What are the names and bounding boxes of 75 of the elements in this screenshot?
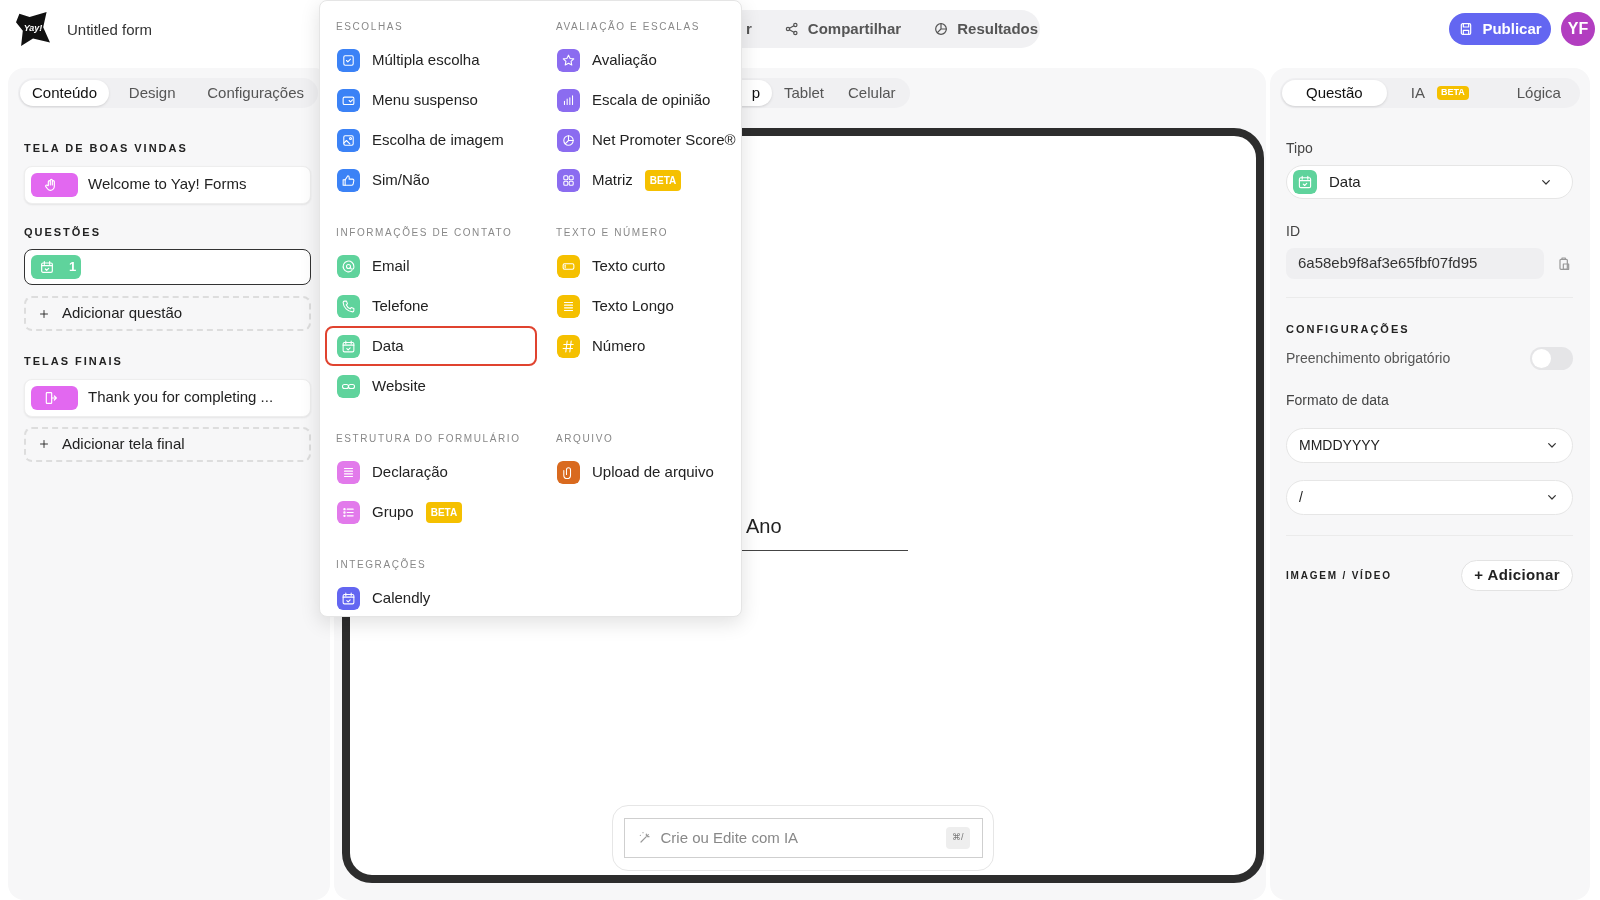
field-label: Ano [746,514,782,539]
type-select[interactable]: Data [1286,165,1573,199]
dropdown-select[interactable]: MMDDYYYY [1286,427,1573,463]
menu-item[interactable]: Email [325,246,537,286]
menu-item[interactable]: Múltipla escolha [325,40,537,80]
menu-item[interactable]: Sim/Não [325,160,537,200]
publish-button[interactable]: Publicar [1449,13,1551,45]
tab[interactable]: Configurações [195,80,316,106]
ai-input-field[interactable]: Crie ou Edite com IA ⌘/ [623,818,983,858]
user-avatar[interactable]: YF [1561,12,1595,46]
field-label: Formato de data [1286,390,1390,410]
tab[interactable]: Celular [836,80,908,106]
screen-card[interactable]: Thank you for completing ... [24,378,311,417]
tab[interactable]: IA BETA [1386,80,1493,106]
logo: Yay! [16,12,50,46]
pie-chart-icon [933,21,950,37]
add-media-button[interactable]: + Adicionar [1461,559,1573,591]
setting-label: Preenchimento obrigatório [1286,348,1451,368]
menu-item[interactable]: Grupo BETA [325,492,537,532]
add-button[interactable]: Adicionar questão [24,296,311,331]
menu-item[interactable]: Data [325,326,537,366]
clipboard-icon [1556,255,1572,272]
menu-heading: INTEGRAÇÕES [335,557,428,572]
field-label: Tipo [1286,139,1314,158]
question-number-tag: 1 [31,255,81,279]
section-heading: IMAGEM / VÍDEO [1286,568,1392,583]
exit-icon [43,389,59,406]
plus-icon [38,438,50,450]
beta-badge: BETA [425,501,463,523]
menu-item[interactable]: Texto curto [545,246,735,286]
menu-heading: AVALIAÇÃO E ESCALAS [555,19,701,34]
section-heading: TELAS FINAIS [24,354,124,369]
menu-item[interactable]: Declaração [325,452,537,492]
menu-heading: TEXTO E NÚMERO [555,225,670,240]
beta-badge: BETA [1436,86,1469,100]
toggle-switch[interactable] [1530,346,1573,370]
tab[interactable]: Questão [1282,80,1387,106]
section-heading: CONFIGURAÇÕES [1286,322,1411,337]
id-field[interactable]: 6a58eb9f8af3e65fbf07fd95 [1286,248,1544,279]
shortcut-key: ⌘/ [946,827,970,849]
section-heading: TELA DE BOAS VINDAS [24,141,189,156]
menu-item[interactable]: Telefone [325,286,537,326]
nav-tab[interactable]: Compartilhar [783,17,902,41]
beta-badge: BETA [644,169,682,191]
nav-tab[interactable]: Resultados [933,17,1039,41]
menu-heading: ESTRUTURA DO FORMULÁRIO [335,431,522,446]
menu-item[interactable]: Escala de opinião [545,80,735,120]
dropdown-select[interactable]: / [1286,479,1573,515]
screen-card[interactable]: Welcome to Yay! Forms [24,165,311,204]
menu-item[interactable]: Matriz BETA [545,160,735,200]
plus-icon [38,307,50,320]
tab[interactable]: Tablet [772,80,837,106]
tab[interactable]: Design [116,80,188,106]
menu-item[interactable]: Escolha de imagem [325,120,537,160]
menu-item[interactable]: Texto Longo [545,286,735,326]
section-heading: QUESTÕES [24,224,102,240]
menu-item[interactable]: Net Promoter Score® [545,120,735,160]
calendar-icon [1293,170,1317,194]
menu-item[interactable]: Avaliação [545,40,735,80]
tab[interactable]: Lógica [1492,80,1585,106]
calendar-icon [39,259,55,275]
menu-heading: INFORMAÇÕES DE CONTATO [335,225,514,240]
menu-heading: ESCOLHAS [335,20,405,34]
nav-tab[interactable]: r [746,17,752,41]
menu-item[interactable]: Menu suspenso [325,80,537,120]
form-title: Untitled form [67,20,153,40]
menu-item[interactable]: Calendly [325,578,537,618]
menu-item[interactable]: Upload de arquivo [545,452,735,492]
field-label: ID [1286,222,1301,241]
menu-item[interactable]: Número [545,326,735,366]
share-icon [783,21,800,37]
menu-item[interactable]: Website [325,366,537,406]
menu-heading: ARQUIVO [555,432,615,446]
tab[interactable]: Conteúdo [20,80,110,106]
add-button[interactable]: Adicionar tela final [24,426,311,462]
